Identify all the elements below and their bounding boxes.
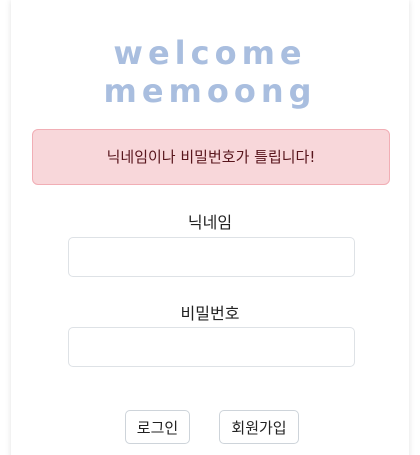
signup-button[interactable]: 회원가입 <box>219 410 299 444</box>
logo-line-memoong: memoong <box>103 72 317 110</box>
password-input[interactable] <box>68 327 355 367</box>
password-label: 비밀번호 <box>180 304 240 323</box>
nickname-input[interactable] <box>68 237 355 277</box>
login-button[interactable]: 로그인 <box>125 410 190 444</box>
logo-line-welcome: welcome <box>113 34 307 72</box>
login-page: welcome memoong 닉네임이나 비밀번호가 틀립니다! 닉네임 비밀… <box>0 0 420 455</box>
nickname-label: 닉네임 <box>187 213 233 232</box>
error-alert: 닉네임이나 비밀번호가 틀립니다! <box>32 129 390 185</box>
